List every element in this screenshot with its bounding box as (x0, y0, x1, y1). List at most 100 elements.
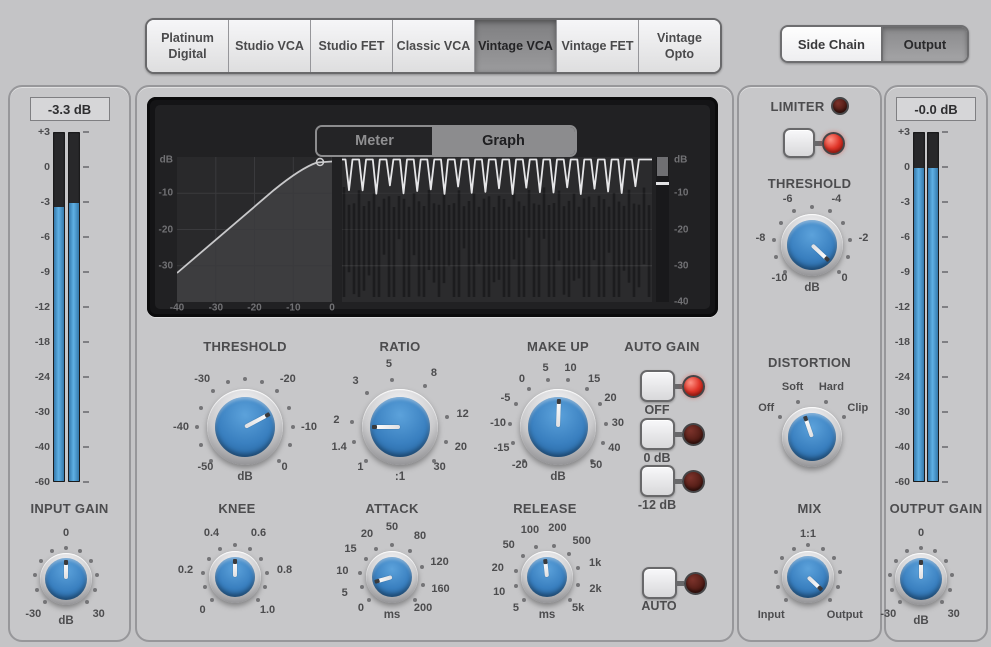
tab-classic-vca[interactable]: Classic VCA (393, 20, 475, 72)
knob-tick-dot (243, 377, 247, 381)
knob-tick-dot (774, 570, 779, 574)
graph-view-tab[interactable]: Graph (432, 127, 575, 155)
knob-tick-label: 80 (413, 529, 427, 542)
input-gain-knob[interactable]: -30 0 30 dB (2, 515, 130, 643)
meter-tick (942, 201, 948, 203)
knob-tick-dot (34, 587, 39, 592)
knob-tick-label: -5 (500, 391, 511, 404)
knob-tick-label: 30 (611, 416, 625, 429)
auto-gain-minus12-button[interactable] (640, 465, 705, 497)
knob-tick-dot (514, 401, 518, 406)
led-stem (675, 431, 682, 437)
meter-tick (942, 341, 948, 343)
tab-studio-vca[interactable]: Studio VCA (229, 20, 311, 72)
knob-unit-label: dB (58, 615, 74, 627)
makeup-knob[interactable]: -20 -15 -10 -5 0 5 10 15 20 30 40 50 dB (480, 349, 636, 505)
meter-bar-right (68, 132, 80, 482)
limiter-title: LIMITER (770, 98, 825, 114)
knob-unit-label: dB (804, 282, 820, 294)
compressor-display: Meter Graph dB -10 -20 -30 -40 -30 -20 -10 0 dB -1… (147, 97, 718, 317)
knob-tick-dot (783, 598, 788, 602)
knob-tick-label: 0.8 (276, 564, 293, 576)
meter-view-tab[interactable]: Meter (317, 127, 432, 155)
auto-gain-off-switch[interactable] (640, 370, 675, 402)
knob-tick-dot (791, 546, 796, 551)
knob-tick-dot (259, 556, 264, 561)
knob-tick-dot (42, 599, 47, 604)
knob-tick-dot (287, 443, 292, 447)
ratio-knob[interactable]: 1 1.4 2 3 5 8 12 20 30:1 (318, 345, 482, 509)
knob-tick-dot (820, 546, 825, 551)
meter-scale-label: -40 (34, 441, 50, 453)
meter-tick (83, 411, 89, 413)
auto-gain-off-button[interactable] (640, 370, 705, 402)
auto-release-button[interactable] (642, 567, 707, 599)
display-view-toggle: Meter Graph (315, 125, 577, 157)
knob-tick-label: Off (758, 402, 775, 415)
auto-gain-0db-button[interactable] (640, 418, 705, 450)
output-button[interactable]: Output (882, 27, 967, 61)
meter-tick (942, 411, 948, 413)
threshold-knob[interactable]: -50 -40 -30 -20 -10 0 dB (163, 345, 327, 509)
side-chain-button[interactable]: Side Chain (782, 27, 883, 61)
auto-release-led (684, 571, 707, 595)
knob-tick-dot (566, 378, 570, 382)
knee-knob[interactable]: 0 0.2 0.4 0.6 0.8 1.0 (167, 509, 303, 645)
knob-tick-dot (210, 389, 215, 394)
meter-scale-label: -6 (40, 231, 50, 243)
distortion-knob[interactable]: Off Soft Hard Clip (740, 365, 884, 509)
display-screen: Meter Graph dB -10 -20 -30 -40 -30 -20 -10 0 dB -1… (155, 105, 710, 314)
limiter-switch[interactable] (783, 128, 815, 158)
knob-tick-dot (775, 584, 780, 589)
knob-tick-dot (522, 597, 527, 602)
meter-tick (942, 481, 948, 483)
meter-scale-label: -18 (894, 336, 910, 348)
knob-tick-dot (806, 543, 810, 547)
knob-unit-label: dB (913, 615, 929, 627)
knob-tick-label: -40 (173, 421, 189, 433)
auto-gain-minus12-switch[interactable] (640, 465, 675, 497)
meter-tick (942, 271, 948, 273)
meter-scale-label: -60 (34, 476, 50, 488)
knob-tick-dot (206, 556, 211, 561)
knob-tick-label: -30 (25, 608, 42, 621)
curve-y-label: dB (159, 154, 173, 166)
knob-pointer (919, 560, 923, 579)
meter-scale-label: -9 (40, 266, 50, 278)
tab-platinum-digital[interactable]: Platinum Digital (147, 20, 229, 72)
tab-studio-fet[interactable]: Studio FET (311, 20, 393, 72)
knob-tick-dot (225, 380, 230, 385)
auto-release-label: AUTO (641, 599, 677, 613)
knob-tick-label: 12 (456, 407, 469, 420)
tab-vintage-opto[interactable]: Vintage Opto (639, 20, 720, 72)
limiter-enable-button[interactable] (783, 128, 845, 158)
meter-scale-label: -24 (894, 371, 910, 383)
auto-release-switch[interactable] (642, 567, 677, 599)
release-knob[interactable]: 5 10 20 50 100 200 500 1k 2k 5k ms (479, 509, 615, 645)
knob-tick-dot (584, 386, 589, 391)
meter-scale-label: 0 (904, 161, 910, 173)
limiter-threshold-knob[interactable]: -10 -8 -6 -4 -2 0 dB (742, 175, 882, 315)
meter-scale-label: -40 (894, 441, 910, 453)
meter-scale-label: -30 (34, 406, 50, 418)
meter-tick (942, 306, 948, 308)
mix-knob[interactable]: Input 1:1 Output (747, 516, 869, 638)
knob-tick-label: -30 (194, 373, 211, 386)
meter-scale-label: -12 (34, 301, 50, 313)
auto-gain-0db-switch[interactable] (640, 418, 675, 450)
history-y-label: -40 (674, 296, 689, 308)
knob-tick-label: 1.4 (331, 440, 347, 453)
knob-cap[interactable] (788, 413, 836, 461)
knob-tick-dot (218, 546, 222, 551)
knob-tick-label: Soft (781, 380, 804, 393)
meter-scale-label: +3 (38, 126, 50, 138)
meter-scale-label: 0 (44, 161, 50, 173)
history-y-label: dB (674, 154, 688, 166)
knob-tick-dot (567, 597, 572, 602)
output-gain-knob[interactable]: -30 0 30 dB (857, 515, 985, 643)
tab-vintage-fet[interactable]: Vintage FET (557, 20, 639, 72)
meter-scale-label: -12 (894, 301, 910, 313)
tab-vintage-vca[interactable]: Vintage VCA (475, 20, 557, 72)
attack-knob[interactable]: 0 5 10 15 20 50 80 120 160 200 ms (324, 509, 460, 645)
knob-tick-dot (944, 559, 949, 564)
